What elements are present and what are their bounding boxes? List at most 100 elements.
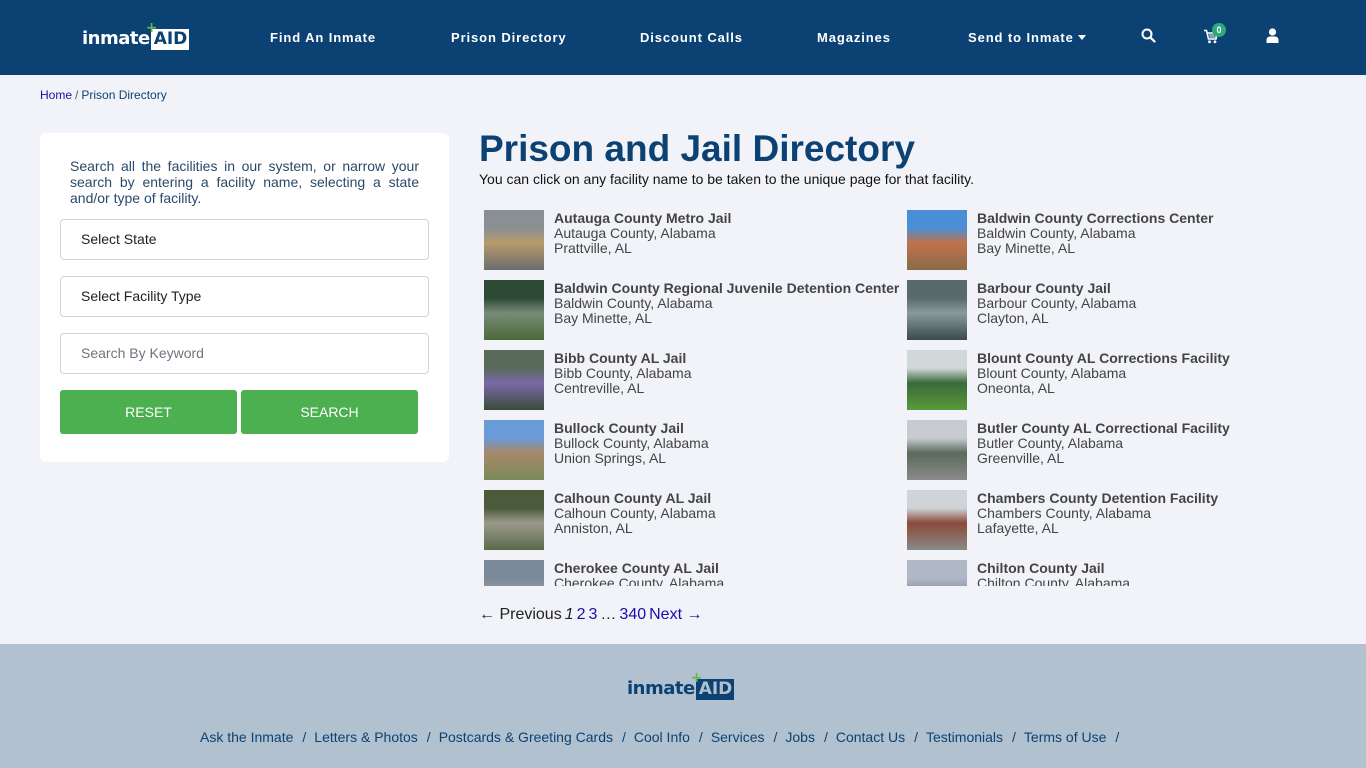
footer-link-separator: / [773,729,778,745]
logo-accent: + AID [146,21,190,50]
facility-county: Butler County, Alabama [977,435,1124,451]
reset-button[interactable]: RESET [60,390,237,434]
facility-list-item[interactable]: Barbour County Jail Barbour County, Alaba… [902,275,1322,345]
facility-name[interactable]: Autauga County Metro Jail [554,210,731,226]
nav-send-to-inmate[interactable]: Send to Inmate [968,29,1086,47]
chevron-down-icon [1077,35,1086,40]
facility-thumbnail[interactable] [484,210,544,270]
facility-county: Blount County, Alabama [977,365,1127,381]
facility-thumbnail[interactable] [484,350,544,410]
pagination-current-page: 1 [564,606,574,623]
pagination-page-3[interactable]: 3 [589,606,598,623]
footer-link[interactable]: Cool Info [634,729,690,745]
logo-accent-text: AID [153,29,188,49]
search-description: Search all the facilities in our system,… [70,158,419,206]
footer-logo-accent: + AID [691,671,735,700]
facility-thumbnail[interactable] [484,420,544,480]
facility-name[interactable]: Baldwin County Corrections Center [977,210,1213,226]
footer-link-separator: / [823,729,828,745]
breadcrumb-separator: / [75,88,79,102]
facility-name[interactable]: Chilton County Jail [977,560,1105,576]
footer-link-separator: / [914,729,918,745]
facility-name[interactable]: Butler County AL Correctional Facility [977,420,1230,436]
facility-county: Cherokee County, Alabama [554,575,725,586]
footer-link[interactable]: Letters & Photos [314,729,418,745]
footer-link[interactable]: Ask the Inmate [200,729,293,745]
facility-thumbnail[interactable] [907,210,967,270]
footer-link[interactable]: Testimonials [926,729,1003,745]
page-subtitle: You can click on any facility name to be… [479,171,974,187]
facility-thumbnail[interactable] [484,280,544,340]
breadcrumb-current: Prison Directory [81,88,167,102]
facility-list-item[interactable]: Baldwin County Corrections Center Baldwin… [902,205,1322,275]
footer-link[interactable]: Services [711,729,765,745]
facility-list-item[interactable]: Calhoun County AL Jail Calhoun County, Al… [479,485,899,555]
facility-list-item[interactable]: Chilton County Jail Chilton County, Alaba… [902,555,1322,586]
user-icon[interactable] [1266,28,1279,48]
facility-list-item[interactable]: Chambers County Detention Facility Chambe… [902,485,1322,555]
facility-thumbnail[interactable] [484,560,544,586]
facility-name[interactable]: Barbour County Jail [977,280,1111,296]
footer-link-separator: / [621,729,626,745]
state-select[interactable]: Select State [60,219,429,260]
facility-list[interactable]: Autauga County Metro Jail Autauga County,… [479,205,1339,586]
pagination-last-page[interactable]: 340 [619,606,646,623]
facility-thumbnail[interactable] [907,350,967,410]
facility-list-item[interactable]: Bibb County AL Jail Bibb County, Alabama C… [479,345,899,415]
facility-list-item[interactable]: Cherokee County AL Jail Cherokee County, … [479,555,899,586]
footer-logo-text: inmate [627,678,695,699]
facility-name[interactable]: Bibb County AL Jail [554,350,686,366]
logo-text: inmate [82,28,150,49]
facility-thumbnail[interactable] [907,490,967,550]
facility-list-item[interactable]: Baldwin County Regional Juvenile Detenti… [479,275,899,345]
search-button[interactable]: SEARCH [241,390,418,434]
nav-prison-directory[interactable]: Prison Directory [451,29,567,47]
facility-name[interactable]: Chambers County Detention Facility [977,490,1218,506]
site-header: inmate + AID Find An Inmate Prison Direct… [0,0,1366,75]
keyword-search-input[interactable]: Search By Keyword [60,333,429,374]
facility-name[interactable]: Blount County AL Corrections Facility [977,350,1230,366]
facility-list-item[interactable]: Blount County AL Corrections Facility Blo… [902,345,1322,415]
facility-city: Bay Minette, AL [977,240,1076,256]
facility-name[interactable]: Cherokee County AL Jail [554,560,719,576]
facility-thumbnail[interactable] [907,560,967,586]
facility-thumbnail[interactable] [907,420,967,480]
footer-link[interactable]: Jobs [785,729,815,745]
nav-find-an-inmate[interactable]: Find An Inmate [270,29,376,47]
footer-link-separator: / [1012,729,1016,745]
site-logo[interactable]: inmate + AID [82,21,190,50]
facility-thumbnail[interactable] [484,490,544,550]
search-icon[interactable] [1141,28,1156,48]
facility-list-item[interactable]: Autauga County Metro Jail Autauga County,… [479,205,899,275]
footer-link-separator: / [426,729,431,745]
facility-list-item[interactable]: Butler County AL Correctional Facility Bu… [902,415,1322,485]
cart-count-badge: 0 [1212,23,1226,37]
footer-logo[interactable]: inmate + AID [627,671,735,700]
breadcrumb-home[interactable]: Home [40,88,72,102]
nav-discount-calls[interactable]: Discount Calls [640,29,743,47]
breadcrumb: Home / Prison Directory [40,87,167,103]
nav-magazines[interactable]: Magazines [817,29,891,47]
facility-type-select[interactable]: Select Facility Type [60,276,429,317]
pagination-next[interactable]: Next → [649,606,702,623]
facility-name[interactable]: Calhoun County AL Jail [554,490,711,506]
pagination-page-2[interactable]: 2 [577,606,586,623]
facility-city: Bay Minette, AL [554,310,653,326]
facility-list-item[interactable]: Bullock County Jail Bullock County, Alaba… [479,415,899,485]
facility-city: Anniston, AL [554,520,633,536]
facility-county: Baldwin County, Alabama [554,295,713,311]
facility-city: Greenville, AL [977,450,1065,466]
facility-name[interactable]: Bullock County Jail [554,420,684,436]
footer-logo-accent-text: AID [698,679,733,699]
facility-thumbnail[interactable] [907,280,967,340]
footer-link[interactable]: Terms of Use [1024,729,1106,745]
footer-link-separator: / [698,729,703,745]
footer-link[interactable]: Contact Us [836,729,905,745]
footer-link[interactable]: Postcards & Greeting Cards [439,729,613,745]
facility-city: Lafayette, AL [977,520,1059,536]
site-footer: inmate + AID Ask the Inmate / Letters & Pho… [0,644,1366,768]
pagination-previous: ← Previous [479,606,562,623]
facility-name[interactable]: Baldwin County Regional Juvenile Detenti… [554,280,899,296]
footer-logo-plus-icon: + [690,670,703,686]
facility-county: Bullock County, Alabama [554,435,709,451]
